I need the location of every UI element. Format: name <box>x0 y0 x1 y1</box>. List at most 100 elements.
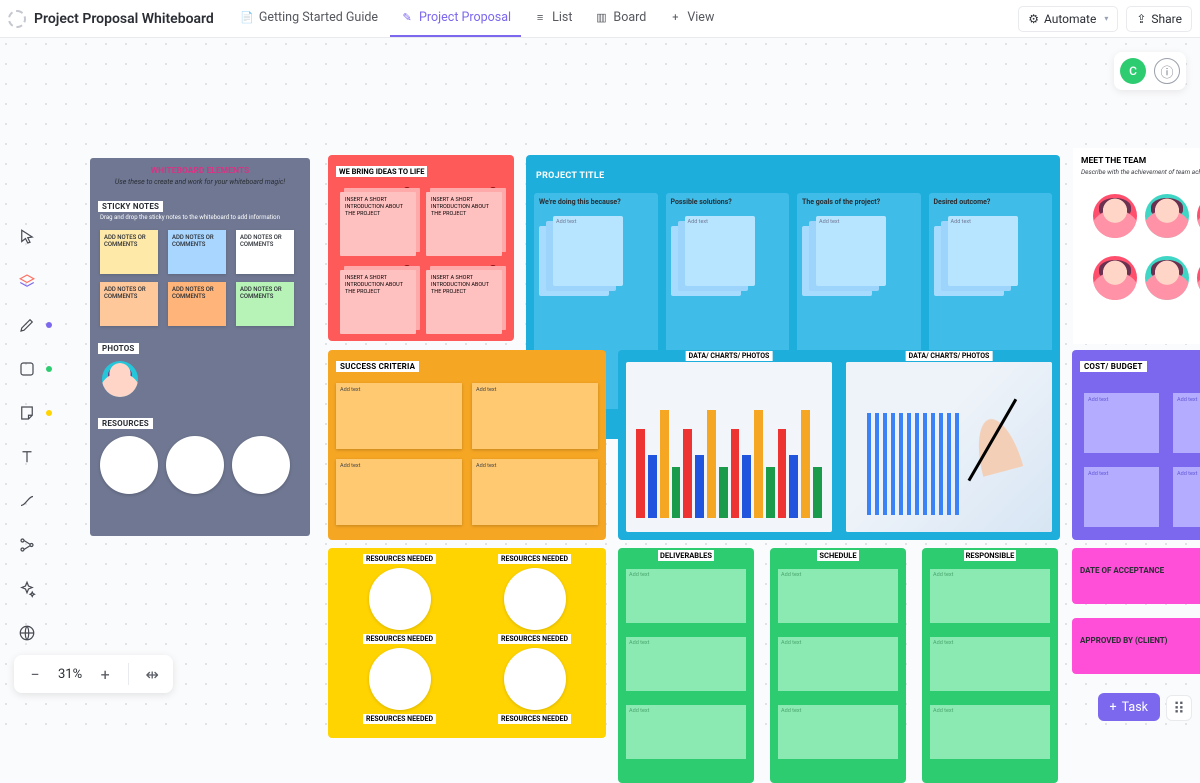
responsible-header: RESPONSIBLE <box>964 550 1017 561</box>
color-indicator <box>46 410 52 416</box>
cost-note[interactable]: Add text <box>1084 393 1159 453</box>
sticky-note-green[interactable]: ADD NOTES OR COMMENTS <box>236 282 294 326</box>
success-note[interactable]: Add text <box>472 459 598 525</box>
chart-header: DATA/ CHARTS/ PHOTOS <box>906 351 993 361</box>
ideas-panel[interactable]: WE BRING IDEAS TO LIFE INSERT A SHORT IN… <box>328 155 514 341</box>
resources-panel[interactable]: RESOURCES NEEDED RESOURCES NEEDED RESOUR… <box>328 548 606 738</box>
sticky-note-blue[interactable]: ADD NOTES OR COMMENTS <box>168 230 226 274</box>
acceptance-header: DATE OF ACCEPTANCE <box>1080 566 1200 575</box>
tabs: 📄 Getting Started Guide ✎ Project Propos… <box>230 1 725 37</box>
chevron-down-icon: ▾ <box>1104 14 1108 23</box>
success-note[interactable]: Add text <box>336 459 462 525</box>
note-hint: Add text <box>948 216 1018 286</box>
elements-title: WHITEBOARD ELEMENTS <box>98 166 302 176</box>
idea-note[interactable]: INSERT A SHORT INTRODUCTION ABOUT THE PR… <box>426 270 502 334</box>
cost-note[interactable]: Add text <box>1173 467 1200 527</box>
list-icon: ≡ <box>533 11 547 25</box>
tab-label: List <box>552 10 572 25</box>
ideas-header: WE BRING IDEAS TO LIFE <box>336 166 427 177</box>
idea-note[interactable]: INSERT A SHORT INTRODUCTION ABOUT THE PR… <box>340 192 416 256</box>
select-tool[interactable] <box>16 226 38 248</box>
green-note[interactable]: Add text <box>930 569 1050 623</box>
tab-project-proposal[interactable]: ✎ Project Proposal <box>390 1 521 37</box>
template-tool[interactable] <box>16 270 38 292</box>
sticky-tool[interactable] <box>16 402 38 424</box>
chart-box[interactable]: DATA/ CHARTS/ PHOTOS <box>622 354 836 536</box>
zoom-out-button[interactable]: − <box>26 665 44 683</box>
sticky-note-yellow[interactable]: ADD NOTES OR COMMENTS <box>100 230 158 274</box>
sticky-note-orange[interactable]: ADD NOTES OR COMMENTS <box>168 282 226 326</box>
resource-circle[interactable] <box>504 568 566 630</box>
approved-panel[interactable]: APPROVED BY (CLIENT) <box>1072 618 1200 674</box>
canvas[interactable]: C ⓘ − 31% + ⇹ + Task ⠿ WHITEBOARD ELEMEN… <box>0 38 1200 733</box>
team-panel[interactable]: MEET THE TEAM Describe with the achievem… <box>1073 148 1200 344</box>
share-icon: ⇪ <box>1136 12 1146 26</box>
green-note[interactable]: Add text <box>930 705 1050 759</box>
cost-panel[interactable]: COST/ BUDGET Add text Add text Add text … <box>1072 350 1200 540</box>
sparkle-icon <box>18 580 36 598</box>
success-note[interactable]: Add text <box>336 383 462 449</box>
tab-board[interactable]: ▥ Board <box>584 1 656 37</box>
color-indicator <box>46 322 52 328</box>
tab-getting-started[interactable]: 📄 Getting Started Guide <box>230 1 388 37</box>
green-note[interactable]: Add text <box>626 705 746 759</box>
text-icon <box>18 448 36 466</box>
automate-button[interactable]: ⚙ Automate ▾ <box>1018 6 1118 32</box>
ai-tool[interactable] <box>16 578 38 600</box>
team-avatar[interactable] <box>1145 194 1189 238</box>
resource-circle[interactable] <box>504 648 566 710</box>
relationship-tool[interactable] <box>16 534 38 556</box>
approved-header: APPROVED BY (CLIENT) <box>1080 636 1200 645</box>
team-avatar[interactable] <box>1145 256 1189 300</box>
info-button[interactable]: ⓘ <box>1154 58 1180 84</box>
resource-circle[interactable] <box>369 648 431 710</box>
acceptance-panel[interactable]: DATE OF ACCEPTANCE <box>1072 548 1200 604</box>
text-tool[interactable] <box>16 446 38 468</box>
green-note[interactable]: Add text <box>626 569 746 623</box>
schedule-panel[interactable]: SCHEDULE Add text Add text Add text <box>770 548 906 783</box>
sticky-note-peach[interactable]: ADD NOTES OR COMMENTS <box>100 282 158 326</box>
connector-tool[interactable] <box>16 490 38 512</box>
user-avatar[interactable]: C <box>1120 58 1146 84</box>
pen-tool[interactable] <box>16 314 38 336</box>
elements-panel[interactable]: WHITEBOARD ELEMENTS Use these to create … <box>90 158 310 536</box>
note-hint: Add text <box>685 216 755 286</box>
deliverables-header: DELIVERABLES <box>658 550 714 561</box>
charts-panel[interactable]: DATA/ CHARTS/ PHOTOS DATA/ CHARTS/ PHOTO… <box>618 350 1060 540</box>
team-avatar[interactable] <box>1093 194 1137 238</box>
idea-note[interactable]: INSERT A SHORT INTRODUCTION ABOUT THE PR… <box>426 192 502 256</box>
green-note[interactable]: Add text <box>778 637 898 691</box>
cost-header: COST/ BUDGET <box>1080 361 1147 372</box>
column-header: Possible solutions? <box>671 198 785 206</box>
cost-note[interactable]: Add text <box>1173 393 1200 453</box>
cost-note[interactable]: Add text <box>1084 467 1159 527</box>
chart-image <box>626 362 832 532</box>
tab-list[interactable]: ≡ List <box>523 1 582 37</box>
green-note[interactable]: Add text <box>778 569 898 623</box>
tab-label: Getting Started Guide <box>259 10 378 25</box>
tab-add-view[interactable]: + View <box>658 1 724 37</box>
photo-placeholder[interactable] <box>102 361 138 397</box>
zoom-value[interactable]: 31% <box>58 667 82 682</box>
deliverables-panel[interactable]: DELIVERABLES Add text Add text Add text <box>618 548 754 783</box>
stack-icon <box>18 272 36 290</box>
resource-circle[interactable] <box>232 436 290 494</box>
green-note[interactable]: Add text <box>626 637 746 691</box>
green-note[interactable]: Add text <box>778 705 898 759</box>
team-subtitle: Describe with the achievement of team ac… <box>1081 168 1200 176</box>
resource-header: RESOURCES NEEDED <box>498 714 571 724</box>
chart-box[interactable]: DATA/ CHARTS/ PHOTOS <box>842 354 1056 536</box>
resource-circle[interactable] <box>166 436 224 494</box>
team-avatar[interactable] <box>1093 256 1137 300</box>
green-note[interactable]: Add text <box>930 637 1050 691</box>
web-tool[interactable] <box>16 622 38 644</box>
resource-circle[interactable] <box>100 436 158 494</box>
success-panel[interactable]: SUCCESS CRITERIA Add text Add text Add t… <box>328 350 606 540</box>
success-note[interactable]: Add text <box>472 383 598 449</box>
idea-note[interactable]: INSERT A SHORT INTRODUCTION ABOUT THE PR… <box>340 270 416 334</box>
sticky-note-white[interactable]: ADD NOTES OR COMMENTS <box>236 230 294 274</box>
responsible-panel[interactable]: RESPONSIBLE Add text Add text Add text <box>922 548 1058 783</box>
resource-circle[interactable] <box>369 568 431 630</box>
share-button[interactable]: ⇪ Share <box>1126 6 1192 32</box>
shape-tool[interactable] <box>16 358 38 380</box>
